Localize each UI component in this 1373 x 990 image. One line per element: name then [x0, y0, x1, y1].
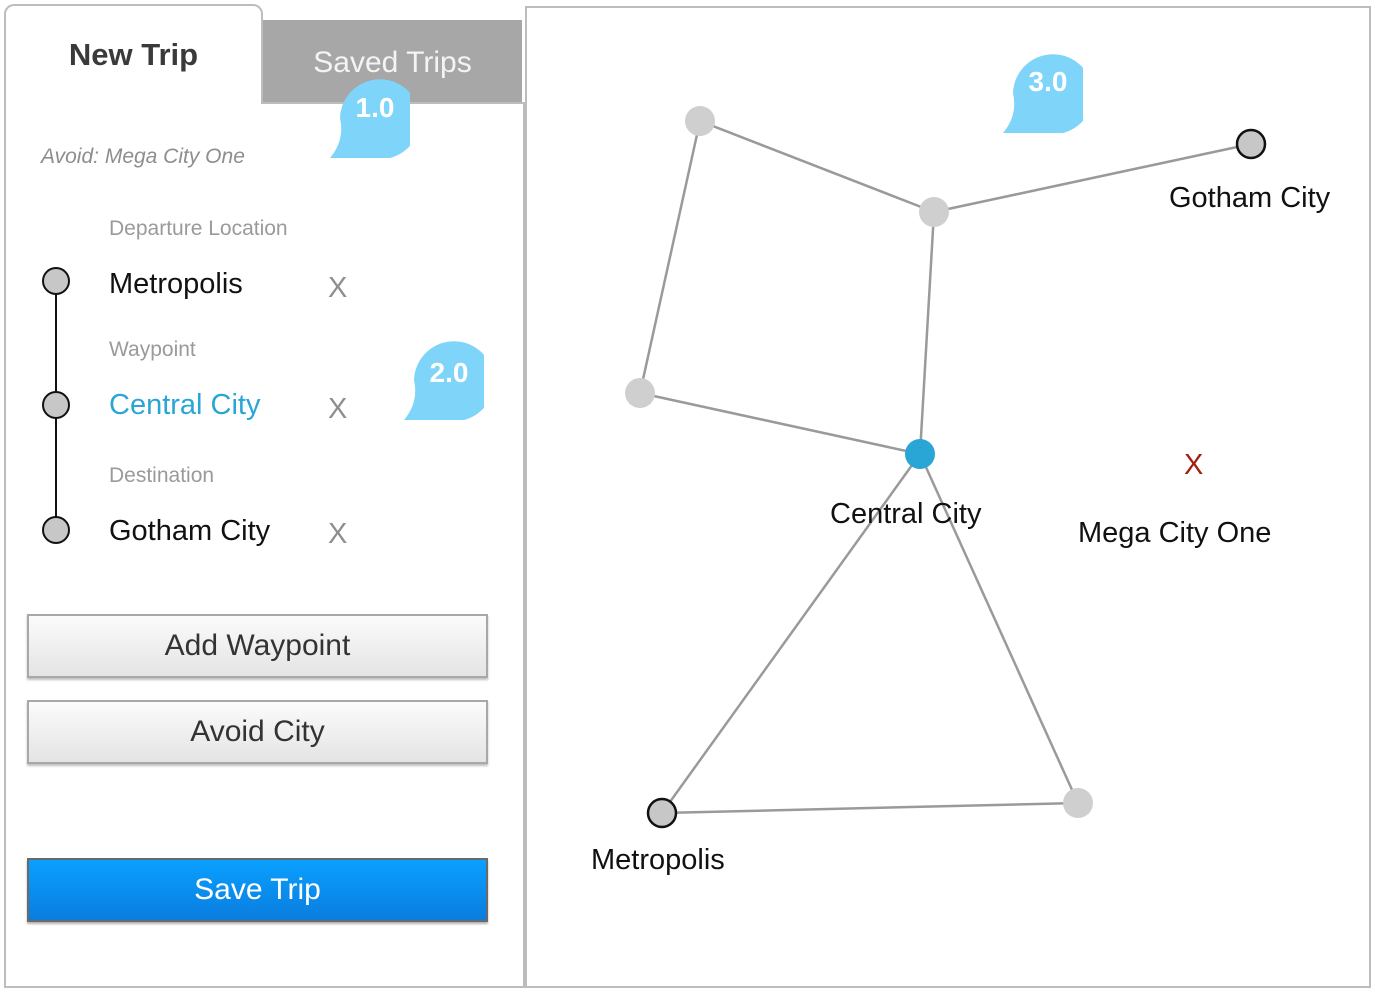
destination-label: Destination	[109, 464, 215, 487]
departure-city[interactable]: Metropolis	[109, 268, 243, 301]
route-dot-departure	[42, 267, 70, 295]
map-edge	[918, 211, 936, 455]
map-node-metropolis	[646, 797, 678, 829]
route-dot-waypoint	[42, 391, 70, 419]
annotation-marker-1: 1.0	[330, 78, 410, 158]
map-node	[685, 106, 715, 136]
map-label-metropolis: Metropolis	[591, 844, 725, 876]
remove-destination-button[interactable]: X	[328, 518, 347, 551]
map-edge	[639, 391, 921, 456]
map-label-mega: Mega City One	[1078, 517, 1272, 549]
route-map[interactable]: Gotham City Central City Metropolis Mega…	[525, 6, 1371, 988]
save-trip-button[interactable]: Save Trip	[27, 858, 488, 922]
map-node	[625, 378, 655, 408]
annotation-marker-3: 3.0	[1003, 53, 1083, 133]
map-edge	[638, 120, 702, 394]
map-label-gotham: Gotham City	[1169, 182, 1331, 214]
avoid-city-button[interactable]: Avoid City	[27, 700, 488, 764]
map-edge	[699, 119, 935, 214]
remove-departure-button[interactable]: X	[328, 272, 347, 305]
avoid-summary: Avoid: Mega City One	[41, 145, 245, 168]
map-edge	[661, 801, 1079, 815]
annotation-marker-2: 2.0	[404, 340, 484, 420]
map-label-central: Central City	[830, 498, 982, 530]
waypoint-city[interactable]: Central City	[109, 389, 261, 422]
remove-waypoint-button[interactable]: X	[328, 393, 347, 426]
avoid-city-mark: X	[1184, 449, 1204, 481]
map-node-central	[905, 439, 935, 469]
add-waypoint-button[interactable]: Add Waypoint	[27, 614, 488, 678]
waypoint-label: Waypoint	[109, 338, 196, 361]
departure-label: Departure Location	[109, 217, 288, 240]
map-node	[919, 197, 949, 227]
map-node-gotham	[1235, 128, 1267, 160]
tab-new-trip[interactable]: New Trip	[4, 4, 263, 104]
destination-city[interactable]: Gotham City	[109, 515, 270, 548]
route-dot-destination	[42, 516, 70, 544]
map-node	[1063, 788, 1093, 818]
